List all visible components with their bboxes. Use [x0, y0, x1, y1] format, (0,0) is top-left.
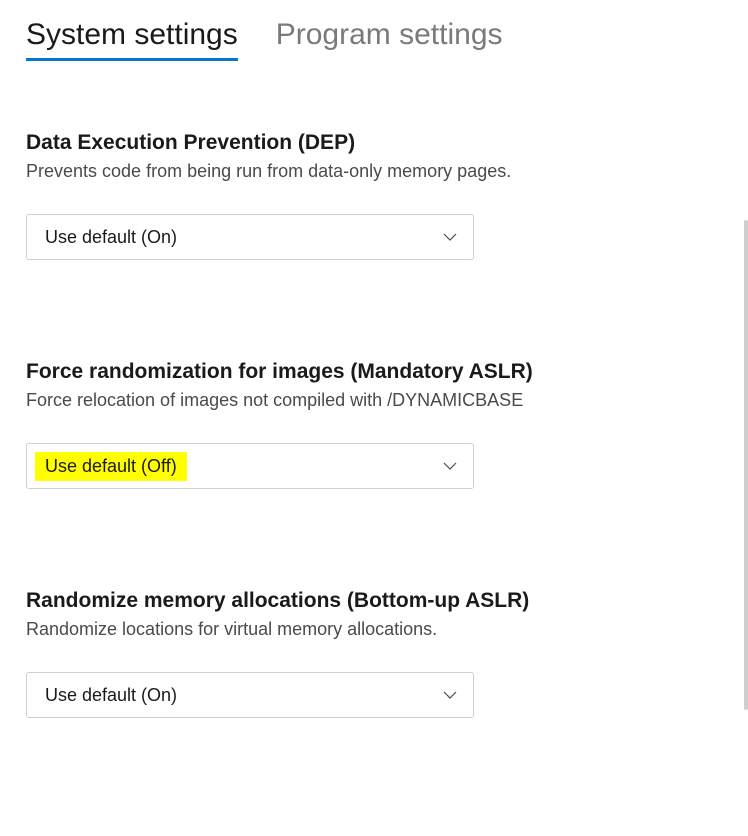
setting-dep-description: Prevents code from being run from data-o… [26, 161, 722, 182]
setting-dep: Data Execution Prevention (DEP) Prevents… [26, 131, 722, 260]
setting-aslr-mandatory-dropdown[interactable]: Use default (Off) [26, 443, 474, 489]
setting-dep-title: Data Execution Prevention (DEP) [26, 131, 722, 155]
chevron-down-icon [443, 230, 457, 244]
setting-aslr-mandatory-value: Use default (Off) [35, 452, 187, 481]
tab-system-settings[interactable]: System settings [26, 18, 238, 61]
setting-aslr-bottomup-title: Randomize memory allocations (Bottom-up … [26, 589, 722, 613]
setting-aslr-bottomup-dropdown[interactable]: Use default (On) [26, 672, 474, 718]
tab-program-settings[interactable]: Program settings [276, 18, 503, 61]
setting-aslr-mandatory-description: Force relocation of images not compiled … [26, 390, 722, 411]
setting-aslr-bottomup: Randomize memory allocations (Bottom-up … [26, 589, 722, 718]
tabs-container: System settings Program settings [26, 18, 722, 61]
setting-aslr-mandatory: Force randomization for images (Mandator… [26, 360, 722, 489]
setting-dep-dropdown[interactable]: Use default (On) [26, 214, 474, 260]
scrollbar[interactable] [744, 220, 748, 710]
setting-dep-value: Use default (On) [35, 223, 187, 252]
chevron-down-icon [443, 688, 457, 702]
chevron-down-icon [443, 459, 457, 473]
setting-aslr-bottomup-value: Use default (On) [35, 681, 187, 710]
setting-aslr-mandatory-title: Force randomization for images (Mandator… [26, 360, 722, 384]
setting-aslr-bottomup-description: Randomize locations for virtual memory a… [26, 619, 722, 640]
